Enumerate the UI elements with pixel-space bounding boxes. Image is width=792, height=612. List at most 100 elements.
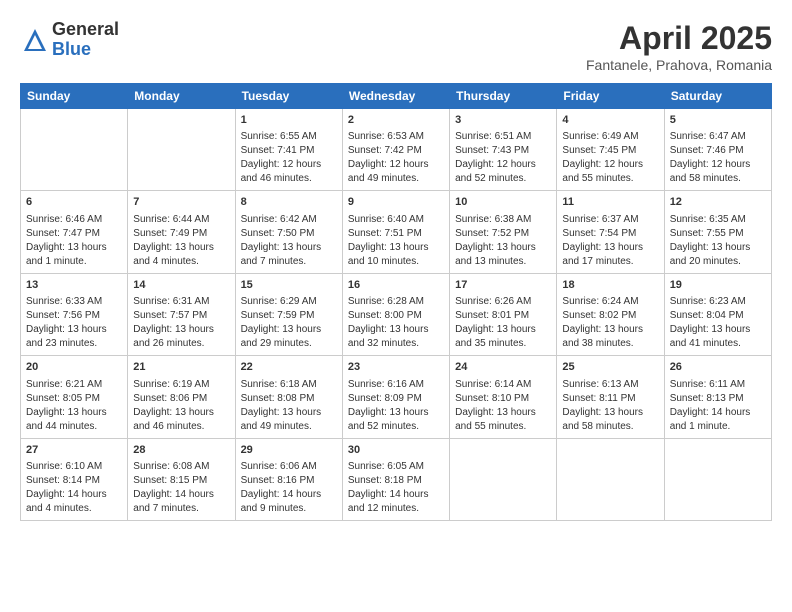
day-content: Daylight: 13 hours and 38 minutes. (562, 323, 658, 351)
day-content: Daylight: 14 hours and 7 minutes. (133, 488, 229, 516)
day-content: Daylight: 13 hours and 10 minutes. (348, 241, 444, 269)
day-content: Sunset: 8:15 PM (133, 474, 229, 488)
day-content: Sunset: 8:00 PM (348, 309, 444, 323)
day-number: 6 (26, 195, 122, 210)
day-content: Daylight: 12 hours and 58 minutes. (670, 158, 766, 186)
day-content: Sunrise: 6:53 AM (348, 130, 444, 144)
calendar-day-header: Saturday (664, 84, 771, 109)
logo-blue: Blue (52, 40, 119, 60)
calendar-table: SundayMondayTuesdayWednesdayThursdayFrid… (20, 83, 772, 521)
calendar-cell: 29Sunrise: 6:06 AMSunset: 8:16 PMDayligh… (235, 438, 342, 520)
calendar-cell: 5Sunrise: 6:47 AMSunset: 7:46 PMDaylight… (664, 109, 771, 191)
day-content: Sunset: 8:01 PM (455, 309, 551, 323)
day-content: Sunset: 8:14 PM (26, 474, 122, 488)
day-content: Sunset: 7:43 PM (455, 144, 551, 158)
calendar-cell: 30Sunrise: 6:05 AMSunset: 8:18 PMDayligh… (342, 438, 449, 520)
day-content: Sunset: 7:54 PM (562, 227, 658, 241)
day-content: Sunrise: 6:49 AM (562, 130, 658, 144)
calendar-cell: 3Sunrise: 6:51 AMSunset: 7:43 PMDaylight… (450, 109, 557, 191)
day-content: Daylight: 12 hours and 52 minutes. (455, 158, 551, 186)
day-content: Sunrise: 6:24 AM (562, 295, 658, 309)
day-content: Sunset: 7:42 PM (348, 144, 444, 158)
day-content: Sunset: 7:52 PM (455, 227, 551, 241)
day-number: 2 (348, 113, 444, 128)
day-content: Daylight: 13 hours and 7 minutes. (241, 241, 337, 269)
calendar-cell: 17Sunrise: 6:26 AMSunset: 8:01 PMDayligh… (450, 273, 557, 355)
calendar-cell: 21Sunrise: 6:19 AMSunset: 8:06 PMDayligh… (128, 356, 235, 438)
day-number: 17 (455, 278, 551, 293)
calendar-cell: 25Sunrise: 6:13 AMSunset: 8:11 PMDayligh… (557, 356, 664, 438)
day-content: Sunset: 7:49 PM (133, 227, 229, 241)
day-content: Daylight: 13 hours and 1 minute. (26, 241, 122, 269)
day-content: Sunset: 7:50 PM (241, 227, 337, 241)
calendar-cell: 7Sunrise: 6:44 AMSunset: 7:49 PMDaylight… (128, 191, 235, 273)
day-content: Sunrise: 6:26 AM (455, 295, 551, 309)
day-content: Sunset: 7:46 PM (670, 144, 766, 158)
logo: General Blue (20, 20, 119, 60)
day-number: 20 (26, 360, 122, 375)
logo-text: General Blue (52, 20, 119, 60)
day-content: Sunset: 8:18 PM (348, 474, 444, 488)
day-number: 3 (455, 113, 551, 128)
calendar-day-header: Tuesday (235, 84, 342, 109)
calendar-cell: 10Sunrise: 6:38 AMSunset: 7:52 PMDayligh… (450, 191, 557, 273)
calendar-cell: 23Sunrise: 6:16 AMSunset: 8:09 PMDayligh… (342, 356, 449, 438)
day-content: Sunset: 7:56 PM (26, 309, 122, 323)
day-content: Daylight: 13 hours and 32 minutes. (348, 323, 444, 351)
calendar-cell: 26Sunrise: 6:11 AMSunset: 8:13 PMDayligh… (664, 356, 771, 438)
day-number: 16 (348, 278, 444, 293)
day-content: Daylight: 12 hours and 46 minutes. (241, 158, 337, 186)
calendar-cell: 14Sunrise: 6:31 AMSunset: 7:57 PMDayligh… (128, 273, 235, 355)
day-content: Sunrise: 6:21 AM (26, 378, 122, 392)
day-content: Sunrise: 6:23 AM (670, 295, 766, 309)
day-number: 27 (26, 443, 122, 458)
day-content: Daylight: 13 hours and 58 minutes. (562, 406, 658, 434)
calendar-day-header: Sunday (21, 84, 128, 109)
day-content: Daylight: 12 hours and 49 minutes. (348, 158, 444, 186)
day-content: Sunrise: 6:42 AM (241, 213, 337, 227)
calendar-cell: 19Sunrise: 6:23 AMSunset: 8:04 PMDayligh… (664, 273, 771, 355)
day-content: Sunset: 8:13 PM (670, 392, 766, 406)
day-content: Sunrise: 6:16 AM (348, 378, 444, 392)
day-number: 22 (241, 360, 337, 375)
day-number: 28 (133, 443, 229, 458)
day-content: Daylight: 13 hours and 41 minutes. (670, 323, 766, 351)
main-title: April 2025 (586, 20, 772, 57)
day-content: Sunset: 8:11 PM (562, 392, 658, 406)
day-content: Daylight: 13 hours and 29 minutes. (241, 323, 337, 351)
day-content: Sunrise: 6:18 AM (241, 378, 337, 392)
day-number: 19 (670, 278, 766, 293)
day-content: Sunrise: 6:31 AM (133, 295, 229, 309)
calendar-cell (21, 109, 128, 191)
day-number: 18 (562, 278, 658, 293)
calendar-day-header: Thursday (450, 84, 557, 109)
day-content: Sunset: 8:06 PM (133, 392, 229, 406)
title-block: April 2025 Fantanele, Prahova, Romania (586, 20, 772, 73)
day-content: Sunrise: 6:55 AM (241, 130, 337, 144)
calendar-day-header: Friday (557, 84, 664, 109)
day-content: Sunrise: 6:28 AM (348, 295, 444, 309)
day-number: 24 (455, 360, 551, 375)
logo-icon (20, 25, 50, 55)
calendar-cell: 2 Sunrise: 6:53 AMSunset: 7:42 PMDaylight… (342, 109, 449, 191)
day-content: Sunrise: 6:37 AM (562, 213, 658, 227)
day-content: Sunset: 7:55 PM (670, 227, 766, 241)
day-number: 4 (562, 113, 658, 128)
calendar-day-header: Monday (128, 84, 235, 109)
calendar-cell: 11Sunrise: 6:37 AMSunset: 7:54 PMDayligh… (557, 191, 664, 273)
day-number: 23 (348, 360, 444, 375)
calendar-header-row: SundayMondayTuesdayWednesdayThursdayFrid… (21, 84, 772, 109)
day-number: 29 (241, 443, 337, 458)
calendar-cell: 8Sunrise: 6:42 AMSunset: 7:50 PMDaylight… (235, 191, 342, 273)
day-content: Sunrise: 6:38 AM (455, 213, 551, 227)
day-content: Sunrise: 6:14 AM (455, 378, 551, 392)
day-content: Daylight: 14 hours and 4 minutes. (26, 488, 122, 516)
day-content: Sunrise: 6:29 AM (241, 295, 337, 309)
day-content: Sunrise: 6:19 AM (133, 378, 229, 392)
day-number: 1 (241, 113, 337, 128)
day-number: 30 (348, 443, 444, 458)
day-content: Sunrise: 6:40 AM (348, 213, 444, 227)
calendar-cell: 15Sunrise: 6:29 AMSunset: 7:59 PMDayligh… (235, 273, 342, 355)
day-content: Sunrise: 6:46 AM (26, 213, 122, 227)
calendar-cell (557, 438, 664, 520)
